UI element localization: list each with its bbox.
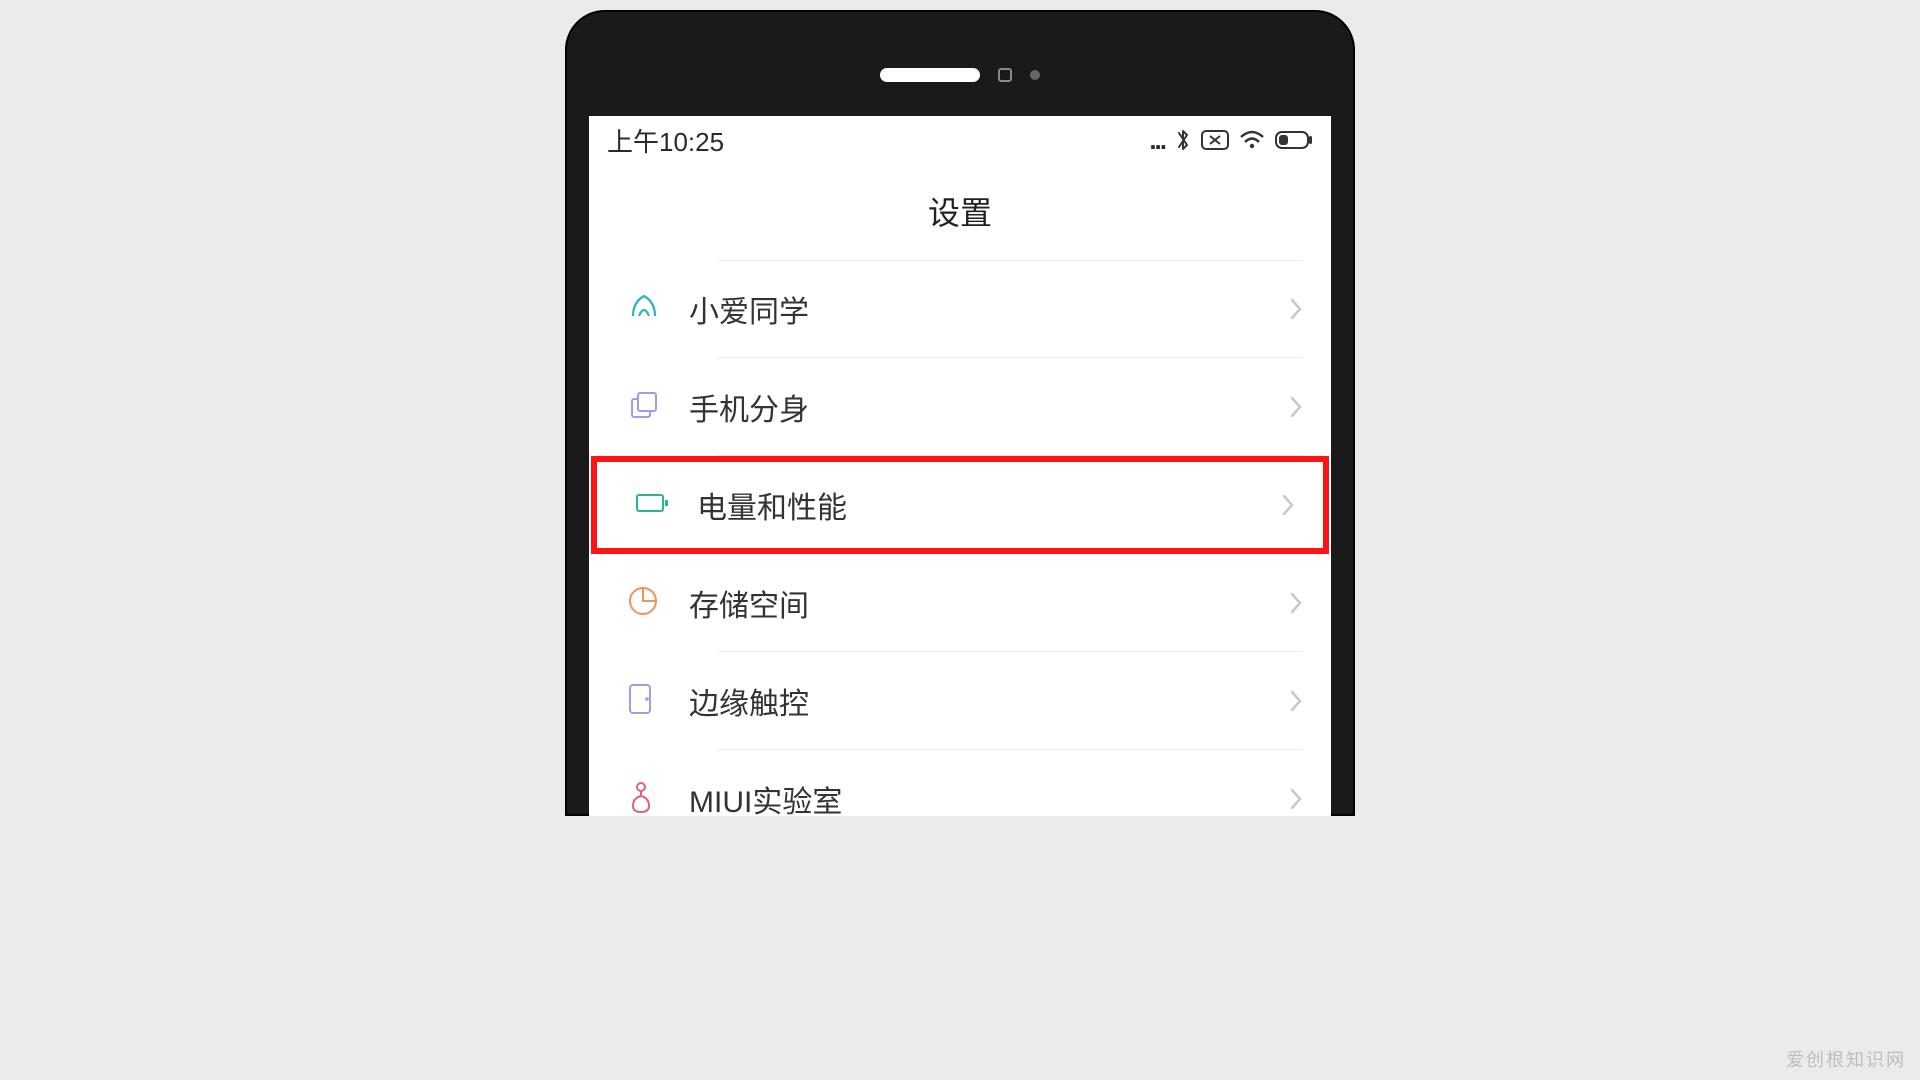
settings-row-miui-lab[interactable]: MIUI实验室 xyxy=(589,750,1331,816)
edge-touch-icon xyxy=(627,682,653,721)
settings-row-label: 存储空间 xyxy=(689,581,1289,625)
settings-list: 小爱同学 手机分身 xyxy=(589,260,1331,816)
phone-hardware-top xyxy=(589,34,1331,116)
settings-row-label: 小爱同学 xyxy=(689,287,1289,331)
battery-performance-icon xyxy=(635,491,671,520)
phone-sensor-dot xyxy=(1030,70,1040,80)
settings-row-edge-touch[interactable]: 边缘触控 xyxy=(589,652,1331,750)
storage-icon xyxy=(627,585,659,622)
bluetooth-icon xyxy=(1175,127,1191,153)
miui-lab-icon xyxy=(627,780,655,817)
phone-speaker xyxy=(880,68,980,82)
settings-row-label: MIUI实验室 xyxy=(689,777,1289,816)
wifi-icon xyxy=(1239,130,1265,150)
status-bar: 上午10:25 ... xyxy=(589,116,1331,160)
chevron-right-icon xyxy=(1289,787,1303,811)
chevron-right-icon xyxy=(1281,493,1295,517)
dual-apps-icon xyxy=(627,388,661,427)
settings-row-battery-performance[interactable]: 电量和性能 xyxy=(591,456,1329,554)
settings-row-label: 边缘触控 xyxy=(689,679,1289,723)
no-sim-icon xyxy=(1201,130,1229,150)
settings-row-storage[interactable]: 存储空间 xyxy=(589,554,1331,652)
phone-frame: 上午10:25 ... 设置 xyxy=(565,10,1355,816)
page-title: 设置 xyxy=(589,160,1331,260)
settings-row-label: 手机分身 xyxy=(689,385,1289,429)
xiaoai-icon xyxy=(627,290,661,329)
phone-sensor-square xyxy=(998,68,1012,82)
phone-screen: 上午10:25 ... 设置 xyxy=(589,116,1331,816)
status-indicators: ... xyxy=(1149,125,1313,156)
more-indicator-icon: ... xyxy=(1149,125,1165,156)
battery-icon xyxy=(1275,131,1313,149)
status-time: 上午10:25 xyxy=(607,122,724,159)
chevron-right-icon xyxy=(1289,591,1303,615)
chevron-right-icon xyxy=(1289,395,1303,419)
settings-row-xiaoai[interactable]: 小爱同学 xyxy=(589,260,1331,358)
settings-row-dual-apps[interactable]: 手机分身 xyxy=(589,358,1331,456)
chevron-right-icon xyxy=(1289,297,1303,321)
watermark: 爱创根知识网 xyxy=(1786,1046,1906,1072)
settings-row-label: 电量和性能 xyxy=(697,483,1281,527)
chevron-right-icon xyxy=(1289,689,1303,713)
